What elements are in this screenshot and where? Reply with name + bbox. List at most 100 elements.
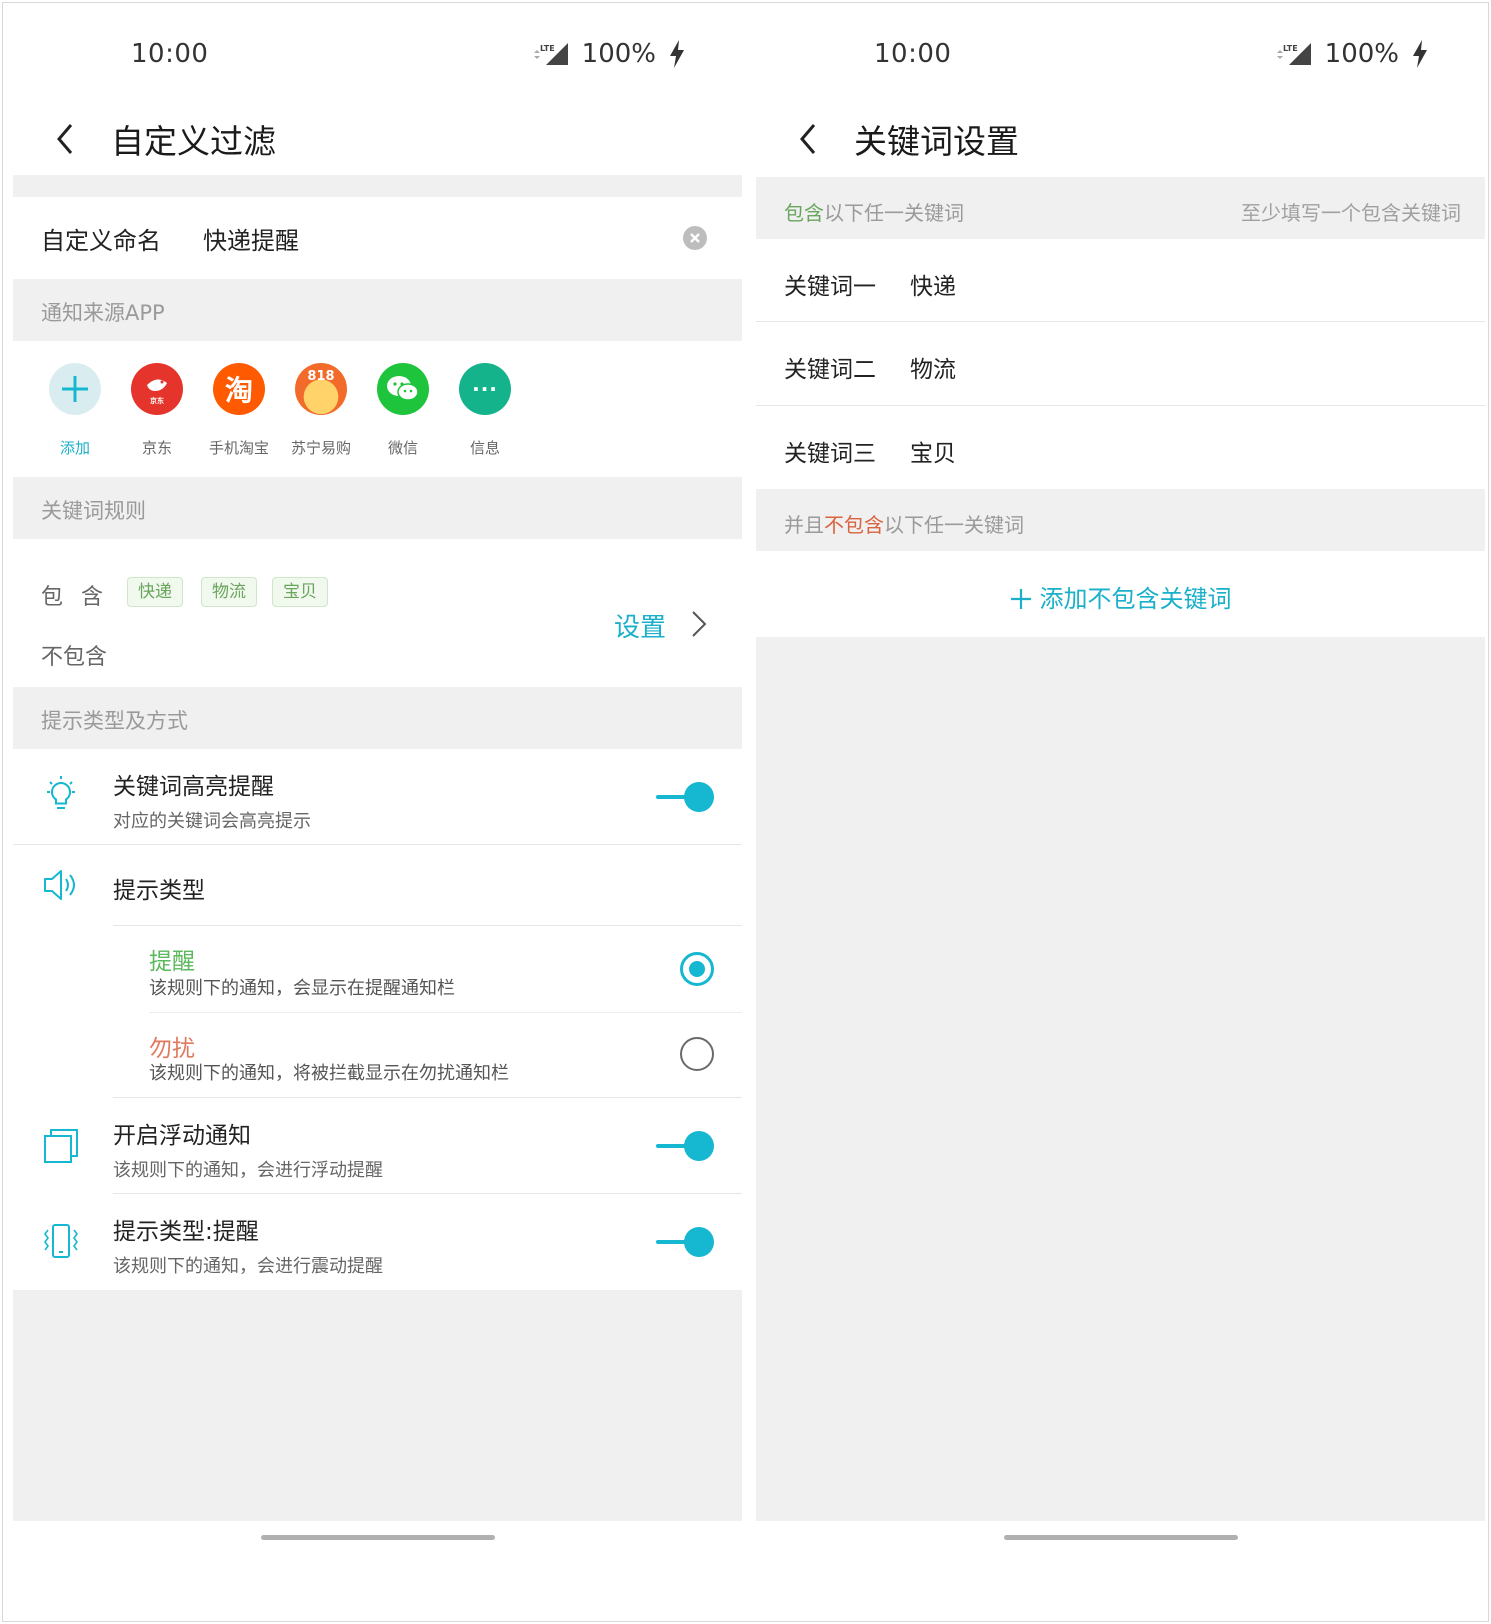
exclude-section-label: 并且不包含以下任一关键词 [784, 509, 1024, 538]
svg-text:LTE: LTE [540, 44, 555, 53]
keyword-row[interactable]: 关键词一 快递 [756, 239, 1485, 321]
lightbulb-icon [47, 776, 75, 809]
dnd-option-row[interactable]: 勿扰 该规则下的通知，将被拦截显示在勿扰通知栏 [13, 1013, 742, 1097]
home-indicator[interactable] [260, 1535, 495, 1540]
app-label-taobao: 手机淘宝 [208, 439, 269, 457]
status-indicators: LTE 100% [1275, 39, 1429, 69]
highlight-desc: 对应的关键词会高亮提示 [113, 811, 311, 832]
keyword-rule-section-label: 关键词规则 [41, 499, 146, 523]
back-arrow-icon[interactable] [51, 119, 81, 159]
vibrate-icon [44, 1224, 78, 1258]
back-arrow-icon[interactable] [794, 119, 824, 159]
highlight-toggle[interactable] [656, 780, 714, 814]
app-label-wechat: 微信 [387, 439, 418, 457]
lte-signal-icon: LTE [1276, 43, 1311, 65]
highlight-row[interactable]: 关键词高亮提醒 对应的关键词会高亮提示 [13, 749, 742, 845]
screenshot-frame: 10:00 LTE 100% 自定义过滤 自定义命名 快递提醒 通知来源APP … [2, 2, 1489, 1622]
add-exclude-keyword-button[interactable]: 添加不包含关键词 [756, 579, 1485, 614]
dnd-title: 勿扰 [149, 1036, 195, 1062]
include-tag: 物流 [201, 577, 257, 607]
include-section-label: 包含以下任一关键词 [784, 197, 964, 226]
charging-icon [1413, 40, 1427, 68]
status-bar: 10:00 LTE 100% [756, 3, 1485, 103]
taobao-icon: 淘 [213, 363, 265, 415]
keyword-input[interactable]: 物流 [910, 350, 956, 384]
keyword-settings-screen: 10:00 LTE 100% 关键词设置 包含以下任一关键词 至少填写一个包含关… [756, 3, 1485, 1621]
exclude-head-pre: 并且 [784, 513, 824, 537]
svg-text:京东: 京东 [150, 396, 164, 405]
float-window-icon [44, 1129, 78, 1163]
vibrate-row[interactable]: 提示类型:提醒 该规则下的通知，会进行震动提醒 [13, 1194, 742, 1290]
exclude-section-header: 并且不包含以下任一关键词 [756, 489, 1485, 551]
status-bar: 10:00 LTE 100% [13, 3, 742, 103]
remind-option-row[interactable]: 提醒 该规则下的通知，会显示在提醒通知栏 [13, 926, 742, 1012]
status-time: 10:00 [874, 39, 952, 69]
keyword-row[interactable]: 关键词二 物流 [756, 322, 1485, 405]
chevron-right-icon[interactable] [690, 609, 708, 639]
keyword-row[interactable]: 关键词三 宝贝 [756, 406, 1485, 489]
jd-icon: 京东 [131, 363, 183, 415]
keyword-rule-section-header: 关键词规则 [13, 477, 742, 539]
add-app-button[interactable]: 添加 [35, 363, 115, 458]
app-header: 关键词设置 [756, 103, 1485, 183]
custom-filter-screen: 10:00 LTE 100% 自定义过滤 自定义命名 快递提醒 通知来源APP … [13, 3, 742, 1621]
home-indicator[interactable] [1003, 1535, 1238, 1540]
custom-name-row[interactable]: 自定义命名 快递提醒 [13, 197, 742, 279]
keyword-label: 关键词一 [784, 274, 876, 300]
source-app-list: 添加 京东 京东 淘 手机淘宝 818 苏宁易购 微信 ··· 信息 [13, 341, 742, 477]
add-exclude-row[interactable]: 添加不包含关键词 [756, 551, 1485, 637]
keyword-input[interactable]: 宝贝 [910, 434, 956, 468]
app-label-jd: 京东 [141, 439, 172, 457]
app-taobao[interactable]: 淘 手机淘宝 [199, 363, 279, 458]
include-tag: 快递 [127, 577, 183, 607]
keyword-label: 关键词二 [784, 357, 876, 383]
vibrate-desc: 该规则下的通知，会进行震动提醒 [113, 1256, 383, 1277]
prompt-section-label: 提示类型及方式 [41, 709, 188, 733]
highlight-title: 关键词高亮提醒 [113, 774, 274, 800]
custom-name-label: 自定义命名 [41, 227, 161, 255]
add-app-label: 添加 [59, 439, 90, 457]
vibrate-toggle[interactable] [656, 1225, 714, 1259]
charging-icon [670, 40, 684, 68]
custom-name-input[interactable]: 快递提醒 [203, 221, 299, 256]
section-gap [13, 175, 742, 197]
keyword-rule-row[interactable]: 包含 快递 物流 宝贝 不包含 设置 [13, 539, 742, 687]
app-label-suning: 苏宁易购 [290, 439, 351, 457]
page-title: 关键词设置 [854, 122, 1019, 161]
app-label-messages: 信息 [469, 439, 500, 457]
app-jd[interactable]: 京东 京东 [117, 363, 197, 458]
remind-radio[interactable] [680, 952, 714, 986]
battery-level: 100% [581, 39, 656, 69]
float-desc: 该规则下的通知，会进行浮动提醒 [113, 1160, 383, 1181]
include-head-rest: 以下任一关键词 [824, 201, 964, 225]
app-suning[interactable]: 818 苏宁易购 [281, 363, 361, 458]
prompt-type-row: 提示类型 [13, 845, 742, 925]
keyword-input[interactable]: 快递 [910, 267, 956, 301]
page-title: 自定义过滤 [111, 122, 276, 161]
status-indicators: LTE 100% [532, 39, 686, 69]
dnd-radio[interactable] [680, 1037, 714, 1071]
exclude-head-rest: 以下任一关键词 [884, 513, 1024, 537]
remind-desc: 该规则下的通知，会显示在提醒通知栏 [149, 978, 455, 999]
plus-icon [49, 363, 101, 415]
source-app-section-label: 通知来源APP [41, 301, 165, 325]
float-notification-row[interactable]: 开启浮动通知 该规则下的通知，会进行浮动提醒 [13, 1098, 742, 1194]
exclude-label: 不包含 [41, 645, 108, 670]
svg-text:LTE: LTE [1283, 44, 1298, 53]
keyword-label: 关键词三 [784, 441, 876, 467]
empty-area [13, 1290, 742, 1521]
clear-icon[interactable] [682, 225, 708, 251]
app-wechat[interactable]: 微信 [363, 363, 443, 458]
keyword-settings-link[interactable]: 设置 [614, 607, 666, 644]
empty-area [756, 637, 1485, 1521]
source-app-section-header: 通知来源APP [13, 279, 742, 341]
lte-signal-icon: LTE [533, 43, 568, 65]
app-header: 自定义过滤 [13, 103, 742, 183]
suning-icon: 818 [295, 363, 347, 415]
speaker-icon [44, 870, 75, 900]
app-messages[interactable]: ··· 信息 [445, 363, 525, 458]
prompt-section-header: 提示类型及方式 [13, 687, 742, 749]
vibrate-title: 提示类型:提醒 [113, 1219, 259, 1245]
include-hint: 至少填写一个包含关键词 [1241, 201, 1461, 225]
float-toggle[interactable] [656, 1129, 714, 1163]
